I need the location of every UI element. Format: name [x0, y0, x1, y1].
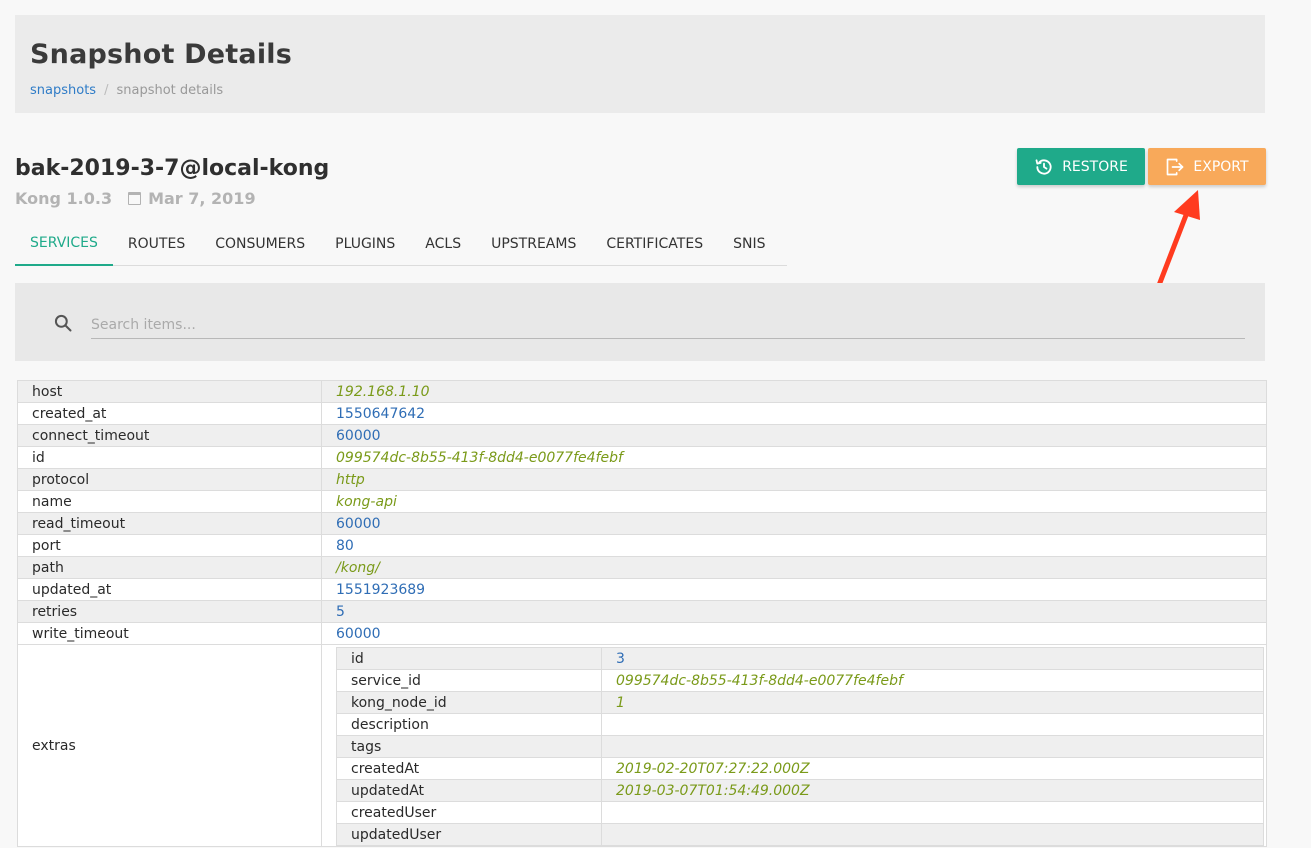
breadcrumb-current: snapshot details [116, 83, 224, 98]
table-row: connect_timeout 60000 [17, 424, 1267, 447]
field-value: http [321, 468, 1267, 491]
extras-value [601, 713, 1264, 736]
breadcrumb-separator: / [104, 83, 109, 98]
snapshot-meta: Kong 1.0.3 Mar 7, 2019 [15, 189, 256, 208]
field-value: 60000 [321, 622, 1267, 645]
extras-key: updatedUser [336, 823, 602, 846]
search-bar [15, 283, 1265, 361]
search-icon [54, 314, 72, 332]
field-value: 192.168.1.10 [321, 380, 1267, 403]
field-key: port [17, 534, 322, 557]
resource-tabs: SERVICES ROUTES CONSUMERS PLUGINS ACLS U… [15, 222, 787, 266]
field-key: updated_at [17, 578, 322, 601]
tab-certificates[interactable]: CERTIFICATES [591, 222, 718, 266]
field-value: kong-api [321, 490, 1267, 513]
field-key: path [17, 556, 322, 579]
restore-icon [1035, 158, 1052, 175]
tab-acls[interactable]: ACLS [410, 222, 476, 266]
export-icon [1167, 158, 1184, 175]
field-key: name [17, 490, 322, 513]
table-row-extras: extras id 3 service_id 099574dc-8b55-413f-8d… [17, 644, 1267, 847]
tab-upstreams[interactable]: UPSTREAMS [476, 222, 591, 266]
field-key: created_at [17, 402, 322, 425]
extras-table: id 3 service_id 099574dc-8b55-413f-8dd4-e00… [336, 647, 1264, 846]
snapshot-name: bak-2019-3-7@local-kong [15, 156, 330, 181]
extras-value: 3 [601, 647, 1264, 670]
extras-value [601, 735, 1264, 758]
extras-value: 2019-03-07T01:54:49.000Z [601, 779, 1264, 802]
field-value: 1550647642 [321, 402, 1267, 425]
field-key: write_timeout [17, 622, 322, 645]
extras-cell: id 3 service_id 099574dc-8b55-413f-8dd4-e00… [321, 644, 1267, 847]
extras-key: createdUser [336, 801, 602, 824]
table-row: id 099574dc-8b55-413f-8dd4-e0077fe4febf [17, 446, 1267, 469]
field-value: 60000 [321, 424, 1267, 447]
field-key: extras [17, 644, 322, 847]
field-value: /kong/ [321, 556, 1267, 579]
field-key: protocol [17, 468, 322, 491]
tab-consumers[interactable]: CONSUMERS [200, 222, 320, 266]
table-row: write_timeout 60000 [17, 622, 1267, 645]
tab-plugins[interactable]: PLUGINS [320, 222, 410, 266]
field-value: 80 [321, 534, 1267, 557]
restore-button[interactable]: RESTORE [1017, 148, 1145, 185]
tab-snis[interactable]: SNIS [718, 222, 780, 266]
restore-label: RESTORE [1062, 158, 1128, 175]
extras-value: 2019-02-20T07:27:22.000Z [601, 757, 1264, 780]
annotation-arrow [1153, 190, 1200, 296]
extras-row: tags [336, 735, 1264, 758]
export-label: EXPORT [1193, 158, 1249, 175]
table-row: name kong-api [17, 490, 1267, 513]
field-value: 099574dc-8b55-413f-8dd4-e0077fe4febf [321, 446, 1267, 469]
page-header: Snapshot Details snapshots / snapshot deta… [15, 15, 1265, 113]
service-details-table: host 192.168.1.10 created_at 1550647642 conn… [17, 380, 1267, 847]
table-row: protocol http [17, 468, 1267, 491]
snapshot-version: Kong 1.0.3 [15, 189, 113, 208]
extras-key: createdAt [336, 757, 602, 780]
field-key: connect_timeout [17, 424, 322, 447]
extras-value [601, 801, 1264, 824]
table-row: port 80 [17, 534, 1267, 557]
calendar-icon [128, 192, 142, 205]
export-button[interactable]: EXPORT [1148, 148, 1266, 185]
extras-key: kong_node_id [336, 691, 602, 714]
extras-row: id 3 [336, 647, 1264, 670]
extras-row: createdAt 2019-02-20T07:27:22.000Z [336, 757, 1264, 780]
breadcrumb-link-snapshots[interactable]: snapshots [30, 83, 96, 98]
field-key: host [17, 380, 322, 403]
field-key: retries [17, 600, 322, 623]
field-key: id [17, 446, 322, 469]
breadcrumb: snapshots / snapshot details [30, 83, 223, 98]
table-row: path/kong/ [17, 556, 1267, 579]
extras-key: id [336, 647, 602, 670]
table-row: host 192.168.1.10 [17, 380, 1267, 403]
snapshot-date: Mar 7, 2019 [148, 189, 256, 208]
tab-routes[interactable]: ROUTES [113, 222, 200, 266]
extras-row: kong_node_id 1 [336, 691, 1264, 714]
table-row: created_at 1550647642 [17, 402, 1267, 425]
extras-row: createdUser [336, 801, 1264, 824]
tab-services[interactable]: SERVICES [15, 222, 113, 266]
extras-row: updatedUser [336, 823, 1264, 846]
table-row: read_timeout 60000 [17, 512, 1267, 535]
field-value: 1551923689 [321, 578, 1267, 601]
extras-key: tags [336, 735, 602, 758]
extras-value: 099574dc-8b55-413f-8dd4-e0077fe4febf [601, 669, 1264, 692]
extras-key: service_id [336, 669, 602, 692]
extras-value [601, 823, 1264, 846]
page-title: Snapshot Details [30, 39, 292, 70]
extras-row: updatedAt 2019-03-07T01:54:49.000Z [336, 779, 1264, 802]
search-input[interactable] [91, 311, 1245, 339]
extras-row: service_id 099574dc-8b55-413f-8dd4-e0077f… [336, 669, 1264, 692]
field-value: 5 [321, 600, 1267, 623]
table-row: retries 5 [17, 600, 1267, 623]
field-key: read_timeout [17, 512, 322, 535]
extras-row: description [336, 713, 1264, 736]
field-value: 60000 [321, 512, 1267, 535]
extras-key: updatedAt [336, 779, 602, 802]
extras-key: description [336, 713, 602, 736]
table-row: updated_at 1551923689 [17, 578, 1267, 601]
extras-value: 1 [601, 691, 1264, 714]
